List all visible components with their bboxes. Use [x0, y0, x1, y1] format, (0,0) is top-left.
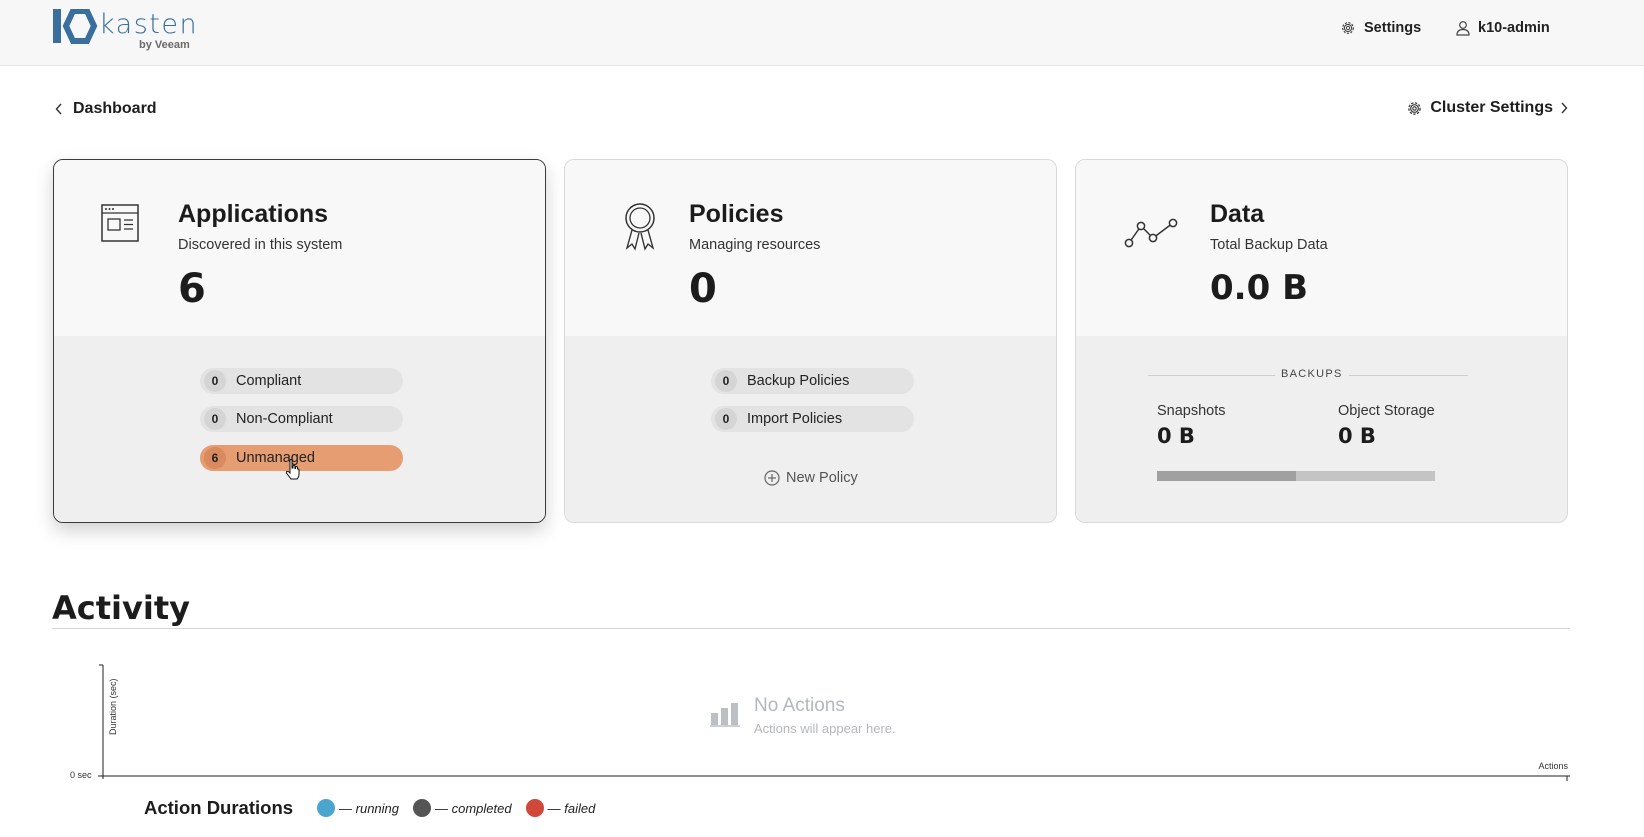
legend-item-completed: — completed [413, 799, 512, 817]
card-footer [1076, 336, 1567, 522]
line-chart-icon [1124, 218, 1178, 248]
legend-label: — completed [435, 800, 512, 816]
legend-title: Action Durations [144, 797, 294, 818]
user-menu[interactable]: k10-admin [1456, 20, 1550, 36]
y-axis-label: Duration (sec) [108, 678, 118, 735]
card-title: Policies [689, 200, 784, 228]
legend-item-failed: — failed [525, 799, 596, 817]
application-window-icon [101, 204, 139, 242]
chevron-left-icon [55, 103, 62, 115]
pill-label: Unmanaged [236, 450, 315, 466]
cluster-settings-label: Cluster Settings [1430, 99, 1553, 116]
legend-label: — running [339, 800, 400, 816]
pill-label: Compliant [236, 373, 302, 389]
backups-label: BACKUPS [1275, 368, 1349, 380]
pill-count: 0 [204, 408, 226, 430]
snapshots-value: 0 B [1157, 424, 1195, 448]
breadcrumb[interactable]: Dashboard [55, 100, 157, 118]
user-label: k10-admin [1478, 20, 1550, 36]
storage-usage-bar [1157, 471, 1435, 481]
user-icon [1456, 21, 1470, 36]
applications-card[interactable]: Applications Discovered in this system 6… [53, 159, 546, 523]
kasten-logo-icon [53, 9, 98, 44]
card-subtitle: Total Backup Data [1210, 237, 1328, 253]
chevron-right-icon [1561, 102, 1568, 114]
settings-label: Settings [1364, 20, 1422, 36]
object-storage-label: Object Storage [1338, 403, 1435, 419]
unmanaged-pill[interactable]: 6 Unmanaged [200, 445, 403, 471]
breadcrumb-label: Dashboard [73, 100, 157, 117]
applications-count: 6 [178, 266, 206, 312]
activity-title: Activity [52, 589, 190, 627]
new-policy-label: New Policy [786, 470, 858, 486]
plus-circle-icon [764, 470, 780, 486]
gear-icon [1342, 22, 1354, 34]
chart-legend: Action Durations — running — completed —… [144, 797, 609, 819]
bar-chart-icon [710, 703, 740, 727]
x-axis-label: Actions [1538, 761, 1568, 771]
object-storage-value: 0 B [1338, 424, 1376, 448]
card-subtitle: Managing resources [689, 237, 821, 253]
divider [52, 628, 1570, 629]
data-card[interactable]: Data Total Backup Data 0.0 B BACKUPS Sna… [1075, 159, 1568, 523]
compliant-pill[interactable]: 0 Compliant [200, 368, 403, 394]
card-title: Applications [178, 200, 329, 228]
empty-title: No Actions [754, 695, 845, 716]
snapshot-share-fill [1157, 471, 1296, 481]
pill-count: 0 [715, 408, 737, 430]
legend-label: — failed [547, 800, 596, 816]
import-policies-pill[interactable]: 0 Import Policies [711, 406, 914, 432]
logo-wordmark: kasten [99, 9, 199, 40]
card-subtitle: Discovered in this system [178, 237, 343, 253]
empty-subtitle: Actions will appear here. [754, 721, 896, 736]
legend-swatch [413, 799, 432, 817]
top-bar: kasten by Veeam Settings k10-admin [0, 0, 1644, 66]
pill-count: 0 [204, 370, 226, 392]
policies-card[interactable]: Policies Managing resources 0 0 Backup P… [564, 159, 1057, 523]
non-compliant-pill[interactable]: 0 Non-Compliant [200, 406, 403, 432]
pill-label: Non-Compliant [236, 411, 333, 427]
y-axis-zero-label: 0 sec [70, 770, 92, 780]
policies-count: 0 [689, 266, 717, 312]
backup-policies-pill[interactable]: 0 Backup Policies [711, 368, 914, 394]
pill-count: 0 [715, 370, 737, 392]
snapshots-label: Snapshots [1157, 403, 1226, 419]
kasten-logo[interactable]: kasten by Veeam [53, 7, 203, 53]
pill-label: Import Policies [747, 411, 843, 427]
gear-icon [1408, 101, 1422, 115]
cluster-settings-link[interactable]: Cluster Settings [1406, 99, 1568, 117]
pill-label: Backup Policies [747, 373, 850, 389]
legend-swatch [317, 799, 336, 817]
logo-subtitle: by Veeam [139, 39, 190, 51]
legend-item-running: — running [317, 799, 399, 817]
legend-swatch [525, 799, 544, 817]
hand-pointer-cursor-icon [285, 459, 300, 480]
empty-state: No Actions Actions will appear here. [710, 695, 896, 736]
settings-link[interactable]: Settings [1340, 20, 1421, 36]
new-policy-button[interactable]: New Policy [764, 470, 858, 486]
pill-count: 6 [204, 447, 226, 469]
award-ribbon-icon [625, 203, 655, 251]
action-durations-chart: Duration (sec) 0 sec Actions No Actions … [70, 660, 1580, 785]
total-backup-data: 0.0 B [1210, 268, 1308, 308]
card-title: Data [1210, 200, 1265, 228]
